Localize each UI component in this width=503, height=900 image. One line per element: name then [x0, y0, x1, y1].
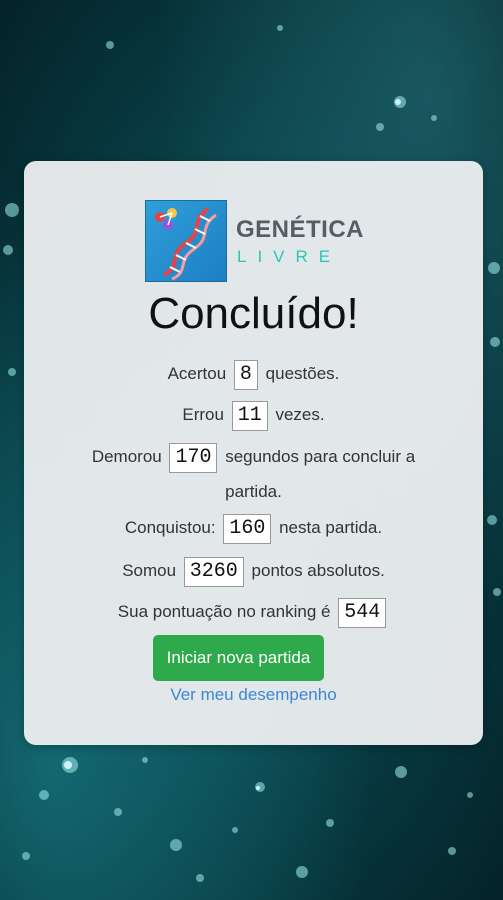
- total-prefix: Somou: [122, 561, 177, 580]
- correct-count: 8: [233, 359, 258, 390]
- brand-subtitle: LIVRE: [237, 247, 342, 266]
- time-suffix-2: partida.: [225, 482, 282, 501]
- result-card: GENÉTICA LIVRE Concluído! Acertou 8 ques…: [24, 161, 483, 745]
- view-performance-link[interactable]: Ver meu desempenho: [24, 685, 483, 705]
- wrong-suffix: vezes.: [275, 405, 325, 424]
- time-line-continued: partida.: [52, 474, 455, 510]
- total-points: 3260: [183, 556, 244, 587]
- wrong-count: 11: [231, 400, 268, 431]
- total-suffix: pontos absolutos.: [251, 561, 385, 580]
- wrong-answers-line: Errou 11 vezes.: [52, 397, 455, 433]
- earned-points: 160: [223, 513, 272, 544]
- new-game-button[interactable]: Iniciar nova partida: [153, 635, 324, 681]
- correct-prefix: Acertou: [167, 364, 227, 383]
- brand-logo: GENÉTICA LIVRE: [145, 200, 385, 282]
- earned-suffix: nesta partida.: [279, 518, 383, 537]
- wrong-prefix: Errou: [182, 405, 224, 424]
- ranking-score: 544: [338, 597, 387, 628]
- time-suffix: segundos para concluir a: [225, 447, 416, 466]
- total-points-line: Somou 3260 pontos absolutos.: [52, 553, 455, 589]
- ranking-line: Sua pontuação no ranking é 544: [52, 594, 455, 630]
- correct-suffix: questões.: [265, 364, 340, 383]
- time-line: Demorou 170 segundos para concluir a: [52, 439, 455, 475]
- time-prefix: Demorou: [91, 447, 162, 466]
- page-title: Concluído!: [148, 289, 359, 338]
- time-seconds: 170: [169, 442, 218, 473]
- earned-prefix: Conquistou:: [124, 518, 216, 537]
- correct-answers-line: Acertou 8 questões.: [52, 356, 455, 392]
- ranking-prefix: Sua pontuação no ranking é: [117, 602, 331, 621]
- brand-title: GENÉTICA: [236, 216, 365, 243]
- dna-logo-icon: [145, 200, 227, 282]
- earned-points-line: Conquistou: 160 nesta partida.: [52, 510, 455, 546]
